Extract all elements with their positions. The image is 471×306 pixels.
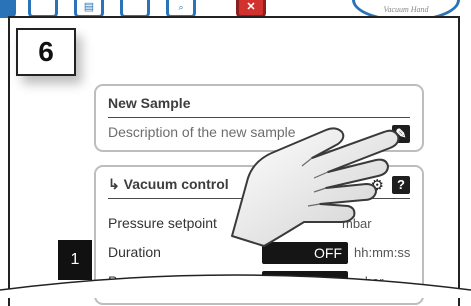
logo-text: Vacuum Hand xyxy=(383,5,429,14)
bottom-curve-overlay xyxy=(0,274,471,298)
grid-icon: ▤ xyxy=(83,1,95,13)
pressure-setpoint-label: Pressure setpoint xyxy=(108,215,217,231)
step-number-badge: 6 xyxy=(16,28,76,76)
duration-label: Duration xyxy=(108,244,161,260)
magnifier-icon: ⌕ xyxy=(178,2,184,12)
subitem-arrow-icon: ↳ xyxy=(108,176,120,192)
close-icon: ✕ xyxy=(246,1,256,13)
new-sample-title: New Sample xyxy=(108,95,191,111)
pointing-hand-icon xyxy=(231,127,400,247)
